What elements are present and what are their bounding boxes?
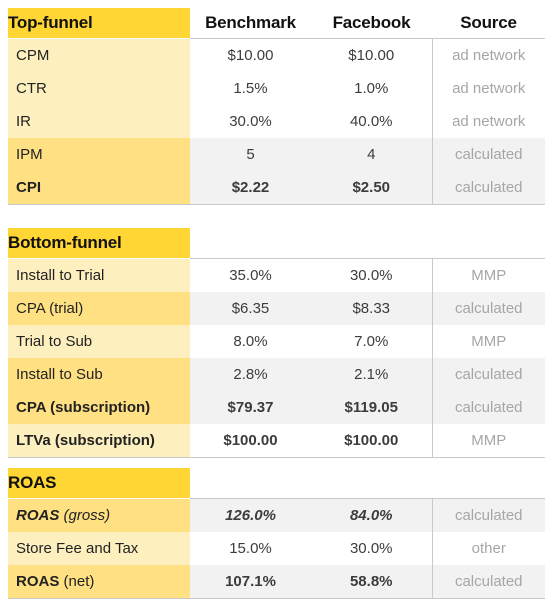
row-benchmark: 2.8% <box>190 358 311 391</box>
row-benchmark: 126.0% <box>190 499 311 532</box>
row-benchmark: $6.35 <box>190 292 311 325</box>
spacer-cell <box>432 468 545 498</box>
table-row: IR 30.0% 40.0% ad network <box>8 105 545 138</box>
table-row: CPI $2.22 $2.50 calculated <box>8 171 545 204</box>
row-label-weak: (gross) <box>59 507 111 524</box>
row-label: IR <box>8 105 190 138</box>
table-row: CPA (trial) $6.35 $8.33 calculated <box>8 292 545 325</box>
bottom-funnel-table: Bottom-funnel Install to Trial 35.0% 30.… <box>8 228 545 458</box>
row-facebook: 40.0% <box>311 105 432 138</box>
table-row: Trial to Sub 8.0% 7.0% MMP <box>8 325 545 358</box>
row-facebook: $8.33 <box>311 292 432 325</box>
row-source: calculated <box>431 358 545 391</box>
spacer-cell <box>311 468 432 498</box>
table-row: CPA (subscription) $79.37 $119.05 calcul… <box>8 391 545 424</box>
row-source: calculated <box>431 499 545 532</box>
row-source: MMP <box>431 424 545 457</box>
row-facebook: 7.0% <box>311 325 432 358</box>
column-header-source: Source <box>432 8 545 38</box>
row-source: ad network <box>431 105 545 138</box>
table-row: LTVa (subscription) $100.00 $100.00 MMP <box>8 424 545 457</box>
row-label-weak: (net) <box>59 573 95 590</box>
section-bottom-funnel: Bottom-funnel Install to Trial 35.0% 30.… <box>8 228 545 458</box>
row-source: ad network <box>431 39 545 72</box>
row-label: Store Fee and Tax <box>8 532 190 565</box>
row-source: calculated <box>431 391 545 424</box>
row-facebook: 30.0% <box>311 259 432 292</box>
row-source: MMP <box>431 325 545 358</box>
column-header-facebook: Facebook <box>311 8 432 38</box>
row-benchmark: 15.0% <box>190 532 311 565</box>
spacer-cell <box>190 228 311 258</box>
row-label: Trial to Sub <box>8 325 190 358</box>
section-title-top-funnel: Top-funnel <box>8 8 190 38</box>
roas-bottom-rule <box>8 598 545 599</box>
row-benchmark: 35.0% <box>190 259 311 292</box>
row-source: calculated <box>431 138 545 171</box>
row-label: Install to Sub <box>8 358 190 391</box>
row-source: calculated <box>431 565 545 598</box>
row-benchmark: $100.00 <box>190 424 311 457</box>
row-benchmark: 8.0% <box>190 325 311 358</box>
section-top-funnel: Top-funnel Benchmark Facebook Source CPM… <box>8 8 545 205</box>
section-title-bottom-funnel: Bottom-funnel <box>8 228 190 258</box>
roas-header-row: ROAS <box>8 468 545 498</box>
row-source: calculated <box>431 171 545 204</box>
table-row: CTR 1.5% 1.0% ad network <box>8 72 545 105</box>
row-label: CPA (trial) <box>8 292 190 325</box>
row-facebook: 2.1% <box>311 358 432 391</box>
row-benchmark: $2.22 <box>190 171 311 204</box>
row-benchmark: 107.1% <box>190 565 311 598</box>
table-row: ROAS (net) 107.1% 58.8% calculated <box>8 565 545 598</box>
row-facebook: $2.50 <box>311 171 432 204</box>
bottom-funnel-bottom-rule <box>8 457 545 458</box>
row-benchmark: 5 <box>190 138 311 171</box>
row-source: ad network <box>431 72 545 105</box>
top-funnel-header-row: Top-funnel Benchmark Facebook Source <box>8 8 545 38</box>
row-label-strong: ROAS <box>16 573 60 590</box>
spreadsheet-canvas: Top-funnel Benchmark Facebook Source CPM… <box>0 0 553 607</box>
bottom-funnel-header-row: Bottom-funnel <box>8 228 545 258</box>
row-label: IPM <box>8 138 190 171</box>
row-benchmark: 30.0% <box>190 105 311 138</box>
row-label: LTVa (subscription) <box>8 424 190 457</box>
table-row: Install to Sub 2.8% 2.1% calculated <box>8 358 545 391</box>
top-funnel-table: Top-funnel Benchmark Facebook Source CPM… <box>8 8 545 205</box>
row-label: CPM <box>8 39 190 72</box>
row-label: CPA (subscription) <box>8 391 190 424</box>
row-facebook: $100.00 <box>311 424 432 457</box>
row-source: other <box>431 532 545 565</box>
table-row: ROAS (gross) 126.0% 84.0% calculated <box>8 499 545 532</box>
column-header-benchmark: Benchmark <box>190 8 311 38</box>
table-row: Install to Trial 35.0% 30.0% MMP <box>8 259 545 292</box>
row-source: calculated <box>431 292 545 325</box>
row-label: CTR <box>8 72 190 105</box>
section-roas: ROAS ROAS (gross) 126.0% 84.0% calculate… <box>8 468 545 599</box>
row-facebook: 58.8% <box>311 565 432 598</box>
row-facebook: $119.05 <box>311 391 432 424</box>
row-label: CPI <box>8 171 190 204</box>
row-label-strong: ROAS <box>16 507 60 524</box>
spacer-cell <box>311 228 432 258</box>
spacer-cell <box>190 468 311 498</box>
row-facebook: 4 <box>311 138 432 171</box>
row-benchmark: 1.5% <box>190 72 311 105</box>
row-label: ROAS (gross) <box>8 499 190 532</box>
row-facebook: $10.00 <box>311 39 432 72</box>
row-label: Install to Trial <box>8 259 190 292</box>
row-source: MMP <box>431 259 545 292</box>
row-benchmark: $79.37 <box>190 391 311 424</box>
table-row: CPM $10.00 $10.00 ad network <box>8 39 545 72</box>
roas-table: ROAS ROAS (gross) 126.0% 84.0% calculate… <box>8 468 545 599</box>
table-row: Store Fee and Tax 15.0% 30.0% other <box>8 532 545 565</box>
top-funnel-bottom-rule <box>8 204 545 205</box>
spacer-cell <box>432 228 545 258</box>
row-facebook: 30.0% <box>311 532 432 565</box>
row-facebook: 84.0% <box>311 499 432 532</box>
section-title-roas: ROAS <box>8 468 190 498</box>
row-facebook: 1.0% <box>311 72 432 105</box>
row-label: ROAS (net) <box>8 565 190 598</box>
table-row: IPM 5 4 calculated <box>8 138 545 171</box>
row-benchmark: $10.00 <box>190 39 311 72</box>
